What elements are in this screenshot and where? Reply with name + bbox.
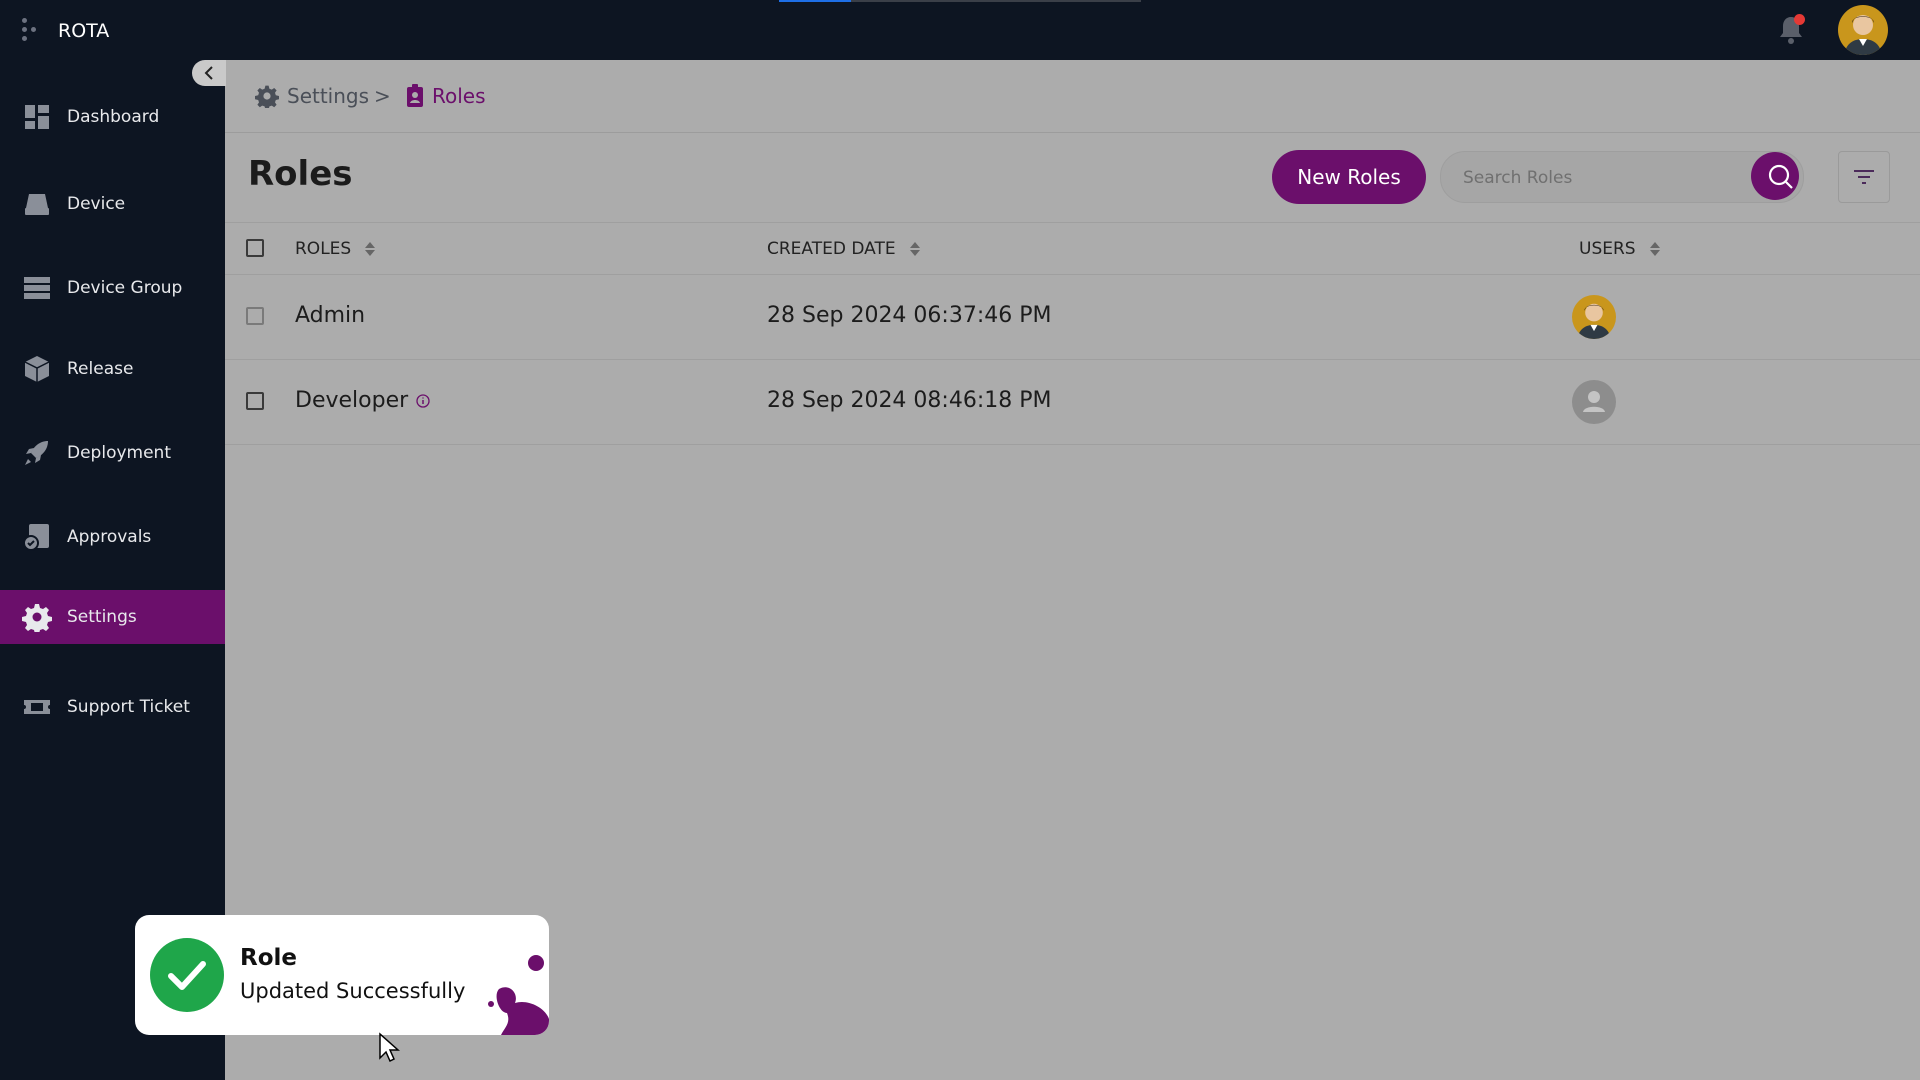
sidebar-item-release[interactable]: Release [0,342,225,396]
column-label: USERS [1579,239,1636,259]
app-name: ROTA [58,20,110,42]
user-avatar-default[interactable] [1572,380,1616,424]
sidebar-item-label: Device [67,194,126,214]
brand[interactable]: ROTA [22,18,109,44]
breadcrumb-settings[interactable]: Settings [255,84,369,108]
sidebar-item-settings[interactable]: Settings [0,590,225,644]
column-label: CREATED DATE [767,239,896,259]
search-input[interactable] [1461,152,1725,204]
breadcrumb-roles: Roles [406,84,486,108]
profile-avatar[interactable] [1838,5,1888,55]
check-circle-icon [150,938,224,1012]
breadcrumb: Settings > Roles [225,60,1920,133]
info-icon[interactable] [416,394,430,408]
table-header: ROLES CREATED DATE USERS [225,222,1920,275]
ticket-icon [24,700,50,714]
search-icon [1768,164,1793,189]
created-date: 28 Sep 2024 06:37:46 PM [767,303,1052,328]
chevron-left-icon [204,66,213,80]
breadcrumb-parent-label: Settings [287,84,370,108]
table-row[interactable]: Developer 28 Sep 2024 08:46:18 PM [225,360,1920,445]
role-name[interactable]: Admin [295,303,365,328]
row-checkbox[interactable] [246,392,264,410]
sidebar-item-approvals[interactable]: Approvals [0,510,225,564]
breadcrumb-separator: > [374,84,391,108]
page-title: Roles [248,154,353,194]
sidebar-item-label: Dashboard [67,107,160,127]
column-header-roles[interactable]: ROLES [295,239,376,259]
sidebar-item-label: Deployment [67,443,171,463]
sidebar-item-label: Support Ticket [67,697,190,717]
gear-icon [22,604,52,632]
sidebar-item-support-ticket[interactable]: Support Ticket [0,680,225,734]
search-button[interactable] [1751,152,1799,200]
column-header-created-date[interactable]: CREATED DATE [767,239,920,259]
search-box [1440,151,1804,204]
notification-bell-icon[interactable] [1776,14,1806,46]
roles-table: ROLES CREATED DATE USERS Admin 28 Sep 20… [225,222,1920,445]
role-name: Developer [295,388,409,413]
user-avatar[interactable] [1572,295,1616,339]
sidebar-item-label: Release [67,359,134,379]
user-silhouette-icon [1583,391,1605,412]
sort-icon[interactable] [365,242,376,256]
sidebar-item-dashboard[interactable]: Dashboard [0,90,225,144]
sort-icon[interactable] [909,242,920,256]
success-toast[interactable]: Role Updated Successfully [135,915,549,1035]
top-bar: ROTA [0,0,1920,60]
id-badge-icon [407,84,423,107]
sidebar-item-label: Device Group [67,278,183,298]
loading-progress-fill [779,0,852,2]
filter-button[interactable] [1838,151,1890,203]
sidebar-item-label: Settings [67,607,137,627]
decorative-blob-icon [488,955,549,1035]
sidebar-item-deployment[interactable]: Deployment [0,426,225,480]
toast-message: Updated Successfully [240,979,466,1003]
column-header-users[interactable]: USERS [1579,239,1660,259]
device-icon [25,194,49,215]
server-rack-icon [24,277,50,299]
column-label: ROLES [295,239,352,259]
sidebar-collapse-button[interactable] [192,60,226,86]
toast-title: Role [240,945,297,971]
new-roles-button[interactable]: New Roles [1272,150,1426,204]
gear-icon [255,85,279,108]
created-date: 28 Sep 2024 08:46:18 PM [767,388,1052,413]
dashboard-icon [25,105,49,129]
sidebar-item-device[interactable]: Device [0,177,225,231]
table-row[interactable]: Admin 28 Sep 2024 06:37:46 PM [225,275,1920,360]
sidebar-item-label: Approvals [67,527,152,547]
breadcrumb-current-label: Roles [432,84,486,108]
mouse-cursor-icon [379,1032,400,1063]
role-name-cell[interactable]: Developer [295,388,430,413]
notification-badge [1794,14,1805,25]
sidebar-item-device-group[interactable]: Device Group [0,261,225,315]
rocket-icon [25,441,48,465]
sort-icon[interactable] [1649,242,1660,256]
approval-doc-icon [23,524,49,551]
filter-icon [1854,170,1874,184]
select-all-checkbox[interactable] [246,239,264,257]
row-checkbox[interactable] [246,307,264,325]
loading-progress-bar [779,0,1141,2]
app-menu-dots-icon[interactable] [22,18,40,44]
package-icon [24,356,50,382]
